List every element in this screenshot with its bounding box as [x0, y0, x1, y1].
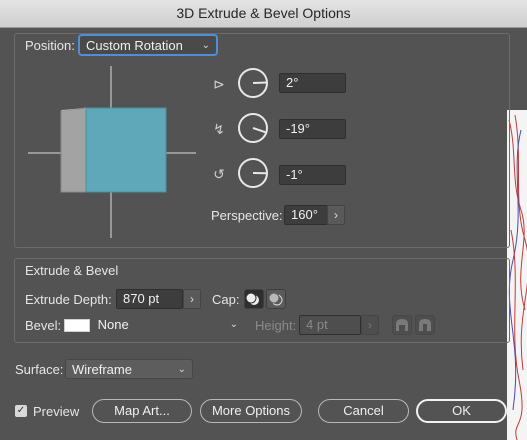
y-rotation-field[interactable]: -19° [279, 119, 346, 139]
ok-button[interactable]: OK [416, 399, 507, 423]
height-field[interactable]: 4 pt [299, 315, 361, 335]
extrude-depth-label: Extrude Depth: [25, 292, 112, 307]
extrude-depth-slider-button[interactable]: › [183, 289, 201, 309]
x-rotation-field[interactable]: 2° [279, 73, 346, 93]
preview-checkbox[interactable]: ✓ [15, 405, 27, 417]
z-rotation-dial-hand [252, 172, 267, 175]
bevel-extent-out-button[interactable] [392, 315, 412, 335]
chevron-down-icon: ⌄ [229, 319, 238, 330]
x-rotation-dial[interactable] [238, 68, 268, 98]
bevel-label: Bevel: [25, 318, 62, 333]
bevel-extent-in-icon [419, 319, 431, 331]
cube-side-face [60, 107, 87, 193]
cap-on-icon [245, 292, 259, 305]
chevron-down-icon: ⌄ [201, 40, 210, 51]
z-axis-rotation-icon: ↺ [213, 166, 225, 182]
height-label: Height: [255, 318, 297, 333]
position-label: Position: [25, 38, 75, 53]
preview-label: Preview [33, 404, 80, 419]
y-rotation-dial[interactable] [238, 113, 268, 143]
extrude-bevel-heading: Extrude & Bevel [25, 263, 119, 278]
position-dropdown[interactable]: Custom Rotation ⌄ [79, 35, 217, 55]
cap-on-button[interactable] [244, 289, 264, 309]
cap-label: Cap: [212, 292, 240, 307]
more-options-button[interactable]: More Options [200, 399, 302, 423]
y-rotation-dial-hand [252, 127, 266, 134]
extrude-depth-field[interactable]: 870 pt [116, 289, 183, 309]
surface-dropdown-value: Wireframe [72, 362, 132, 377]
background-artwork [507, 110, 527, 440]
y-axis-rotation-icon: ↯ [213, 121, 225, 137]
bevel-dropdown-value: None [97, 317, 129, 332]
cancel-button[interactable]: Cancel [318, 399, 409, 423]
cap-off-icon [268, 292, 283, 306]
x-rotation-dial-hand [252, 81, 267, 84]
position-dropdown-value: Custom Rotation [86, 38, 183, 53]
chevron-down-icon: ⌄ [177, 364, 186, 375]
bevel-extent-out-icon [396, 319, 408, 331]
bevel-shape-swatch [64, 319, 90, 333]
rotation-preview[interactable] [28, 66, 198, 238]
perspective-label: Perspective: [211, 208, 283, 223]
map-art-button[interactable]: Map Art... [92, 399, 192, 423]
perspective-slider-button[interactable]: › [327, 205, 345, 225]
surface-dropdown[interactable]: Wireframe ⌄ [65, 359, 193, 379]
bevel-dropdown[interactable]: None ⌄ [64, 315, 244, 335]
dialog-title: 3D Extrude & Bevel Options [0, 0, 527, 28]
x-axis-rotation-icon: ⊳ [213, 76, 225, 92]
bevel-extent-in-button[interactable] [415, 315, 435, 335]
z-rotation-dial[interactable] [238, 158, 268, 188]
height-slider-button[interactable]: › [361, 315, 379, 335]
surface-label: Surface: [15, 362, 64, 377]
cube-front-face[interactable] [85, 107, 167, 193]
z-rotation-field[interactable]: -1° [279, 165, 346, 185]
cap-off-button[interactable] [266, 289, 286, 309]
perspective-field[interactable]: 160° [284, 205, 328, 225]
